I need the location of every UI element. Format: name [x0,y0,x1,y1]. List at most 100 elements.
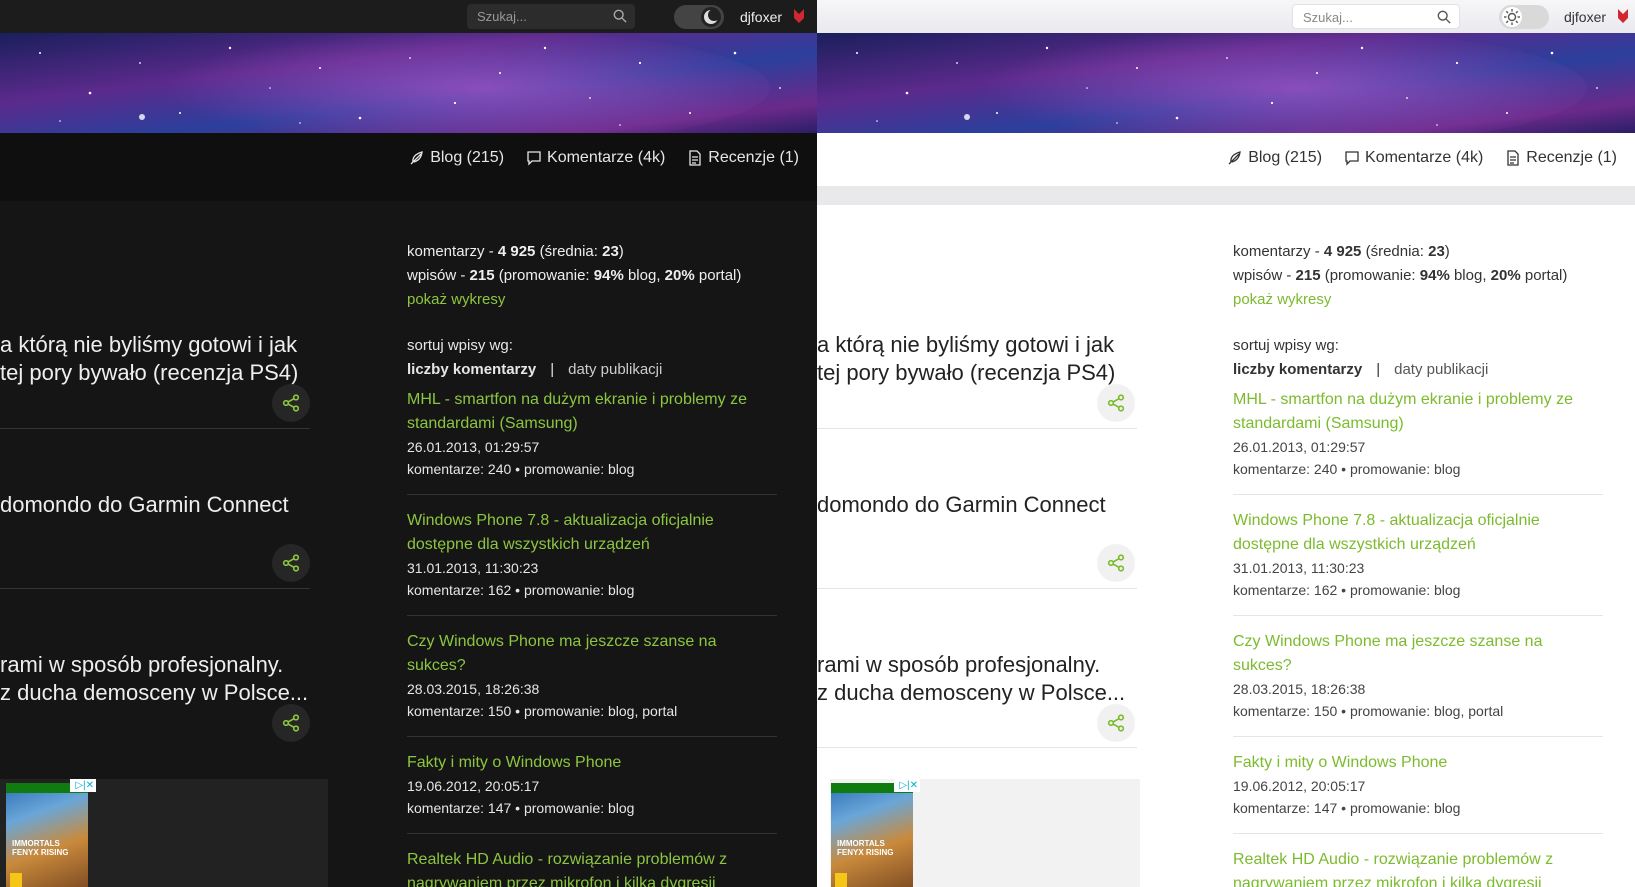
entry-title-link[interactable]: MHL - smartfon na dużym ekranie i proble… [407,388,777,436]
search-placeholder: Szukaj... [477,9,527,24]
nav-blog-label: Blog (215) [430,149,505,166]
fox-avatar-icon[interactable] [1617,8,1629,24]
ad-game-cover[interactable]: IMMORTALS FENYX RISING [831,783,913,887]
entry-title-link[interactable]: Fakty i mity o Windows Phone [1233,751,1603,775]
list-item: Fakty i mity o Windows Phone 19.06.2012,… [407,751,777,834]
entry-date: 26.01.2013, 01:29:57 [1233,439,1366,455]
post-title[interactable]: rami w sposób profesjonalny. [817,651,1100,679]
nav-blog[interactable]: Blog (215) [1227,149,1322,167]
nav-comments-label: Komentarze (4k) [1365,149,1484,166]
share-icon [282,394,300,412]
post-title[interactable]: tej pory bywało (recenzja PS4) [817,359,1115,387]
top-bar: Szukaj... djfoxer [817,0,1635,33]
entry-title-link[interactable]: Windows Phone 7.8 - aktualizacja oficjal… [1233,509,1603,557]
entry-meta: komentarze: 240 • promowanie: blog [407,461,635,477]
fox-avatar-icon[interactable] [793,8,805,24]
search-input[interactable]: Szukaj... [1292,4,1460,29]
share-icon [282,714,300,732]
divider [0,588,310,589]
age-rating-badge [835,873,847,887]
entry-meta: komentarze: 162 • promowanie: blog [1233,582,1461,598]
theme-toggle[interactable] [674,5,724,29]
nav-comments[interactable]: Komentarze (4k) [1344,149,1483,167]
share-button[interactable] [272,544,310,582]
entry-date: 31.01.2013, 11:30:23 [1233,560,1365,576]
comment-icon [527,151,541,166]
nav-reviews[interactable]: Recenzje (1) [687,149,799,167]
profile-sidebar: komentarzy - 4 925 (średnia: 23) wpisów … [1233,240,1613,887]
comments-stat: komentarzy - 4 925 (średnia: 23) [1233,243,1450,260]
search-input[interactable]: Szukaj... [467,4,635,29]
ad-close-button[interactable]: ▷|✕ [70,779,96,792]
share-icon [1107,554,1125,572]
advertisement[interactable]: IMMORTALS FENYX RISING ▷|✕ [0,779,328,887]
entry-date: 28.03.2015, 18:26:38 [407,681,540,697]
list-item: Realtek HD Audio - rozwiązanie problemów… [1233,848,1603,887]
galaxy-banner [817,33,1635,133]
post-title[interactable]: domondo do Garmin Connect [817,491,1106,519]
post-title[interactable]: a którą nie byliśmy gotowi i jak [817,331,1114,359]
nav-blog[interactable]: Blog (215) [409,149,504,167]
post-title[interactable]: tej pory bywało (recenzja PS4) [0,359,298,387]
entry-title-link[interactable]: Czy Windows Phone ma jeszcze szanse na s… [1233,630,1603,678]
entry-title-link[interactable]: Windows Phone 7.8 - aktualizacja oficjal… [407,509,777,557]
entry-title-link[interactable]: Realtek HD Audio - rozwiązanie problemów… [407,848,777,887]
sort-by-date[interactable]: daty publikacji [568,358,662,382]
post-title[interactable]: domondo do Garmin Connect [0,491,289,519]
entry-date: 19.06.2012, 20:05:17 [407,778,540,794]
entry-title-link[interactable]: Czy Windows Phone ma jeszcze szanse na s… [407,630,777,678]
search-icon[interactable] [613,9,627,23]
nav-comments[interactable]: Komentarze (4k) [526,149,665,167]
divider [817,747,1137,748]
entry-title-link[interactable]: Fakty i mity o Windows Phone [407,751,777,775]
nav-reviews-label: Recenzje (1) [1526,149,1617,166]
entry-date: 31.01.2013, 11:30:23 [407,560,539,576]
entry-date: 26.01.2013, 01:29:57 [407,439,540,455]
advertisement[interactable]: IMMORTALS FENYX RISING ▷|✕ [830,779,1140,887]
ad-game-cover[interactable]: IMMORTALS FENYX RISING [6,783,88,887]
share-button[interactable] [1097,384,1135,422]
sort-by-comments[interactable]: liczby komentarzy [1233,358,1362,382]
profile-sidebar: komentarzy - 4 925 (średnia: 23) wpisów … [407,240,787,887]
entry-list: MHL - smartfon na dużym ekranie i proble… [1233,388,1613,887]
show-charts-link[interactable]: pokaż wykresy [1233,288,1613,312]
nav-reviews-label: Recenzje (1) [708,149,799,166]
divider [817,588,1137,589]
top-bar: Szukaj... djfoxer [0,0,817,33]
sort-divider: | [1376,361,1381,378]
theme-toggle[interactable] [1499,5,1549,29]
share-button[interactable] [1097,704,1135,742]
post-title[interactable]: rami w sposób profesjonalny. [0,651,283,679]
dark-theme-pane: Szukaj... djfoxer Blog (215) Komentarze … [0,0,817,887]
sort-label: sortuj wpisy wg: [407,337,513,354]
search-icon[interactable] [1437,10,1451,24]
entry-meta: komentarze: 150 • promowanie: blog, port… [1233,703,1504,719]
divider [0,428,310,429]
entry-list: MHL - smartfon na dużym ekranie i proble… [407,388,787,887]
ad-game-title: IMMORTALS FENYX RISING [837,839,894,857]
ad-close-button[interactable]: ▷|✕ [894,779,920,792]
sort-by-comments[interactable]: liczby komentarzy [407,358,536,382]
list-item: Fakty i mity o Windows Phone 19.06.2012,… [1233,751,1603,834]
entry-title-link[interactable]: MHL - smartfon na dużym ekranie i proble… [1233,388,1603,436]
post-title[interactable]: z ducha demosceny w Polsce... [817,679,1125,707]
post-title[interactable]: a którą nie byliśmy gotowi i jak [0,331,297,359]
show-charts-link[interactable]: pokaż wykresy [407,288,787,312]
post-title[interactable]: z ducha demosceny w Polsce... [0,679,308,707]
entry-title-link[interactable]: Realtek HD Audio - rozwiązanie problemów… [1233,848,1603,887]
sort-by-date[interactable]: daty publikacji [1394,358,1488,382]
nav-reviews[interactable]: Recenzje (1) [1505,149,1617,167]
nav-blog-label: Blog (215) [1248,149,1323,166]
share-button[interactable] [1097,544,1135,582]
comparison-screenshot: Szukaj... djfoxer Blog (215) Komentarze … [0,0,1635,887]
entry-date: 28.03.2015, 18:26:38 [1233,681,1366,697]
profile-nav: Blog (215) Komentarze (4k) Recenzje (1) [817,133,1635,205]
username-link[interactable]: djfoxer [1564,9,1606,25]
light-theme-pane: Szukaj... djfoxer Blog (215) Komentarze … [817,0,1635,887]
list-item: Windows Phone 7.8 - aktualizacja oficjal… [1233,509,1603,616]
entry-meta: komentarze: 162 • promowanie: blog [407,582,635,598]
sort-label: sortuj wpisy wg: [1233,337,1339,354]
share-button[interactable] [272,704,310,742]
username-link[interactable]: djfoxer [740,9,782,25]
share-button[interactable] [272,384,310,422]
